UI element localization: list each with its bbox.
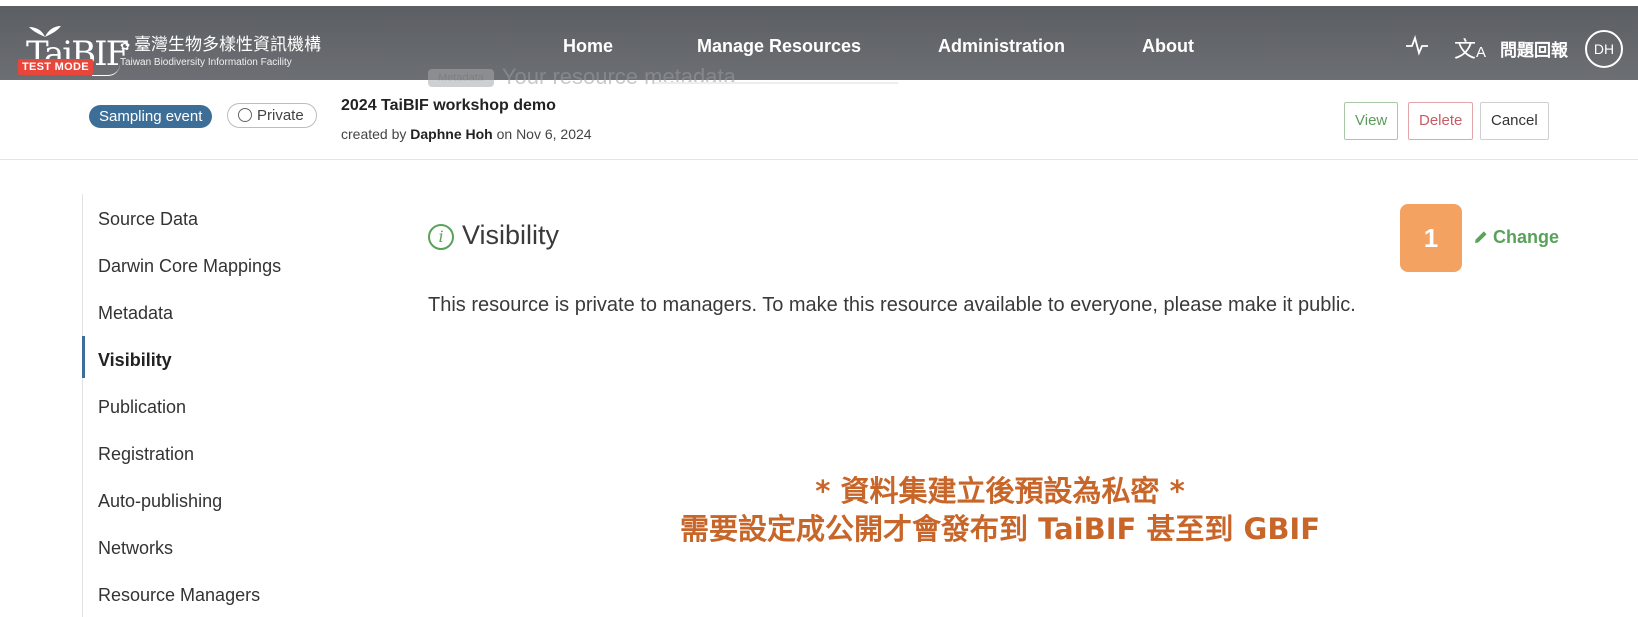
resource-sidebar-nav: Source Data Darwin Core Mappings Metadat… [82, 194, 342, 617]
sidebar-item-darwin-core-mappings[interactable]: Darwin Core Mappings [98, 256, 281, 277]
test-mode-badge: TEST MODE [18, 59, 93, 75]
resource-type-badge: Sampling event [89, 105, 213, 128]
resource-title: 2024 TaiBIF workshop demo [341, 97, 556, 114]
sidebar-item-publication[interactable]: Publication [98, 397, 186, 418]
taibif-logo[interactable]: TaiBIF TEST MODE ✿ 臺灣生物多樣性資訊機構 Taiwan Bio… [18, 20, 338, 78]
sidebar-item-visibility[interactable]: Visibility [98, 350, 172, 371]
step-number-badge: 1 [1400, 204, 1462, 272]
logo-chinese-name: ✿ 臺灣生物多樣性資訊機構 [120, 35, 322, 55]
nav-manage-resources[interactable]: Manage Resources [697, 36, 861, 57]
resource-created-info: created by Daphne Hoh on Nov 6, 2024 [341, 126, 592, 142]
sidebar-item-metadata[interactable]: Metadata [98, 303, 173, 324]
note-line-1: * 資料集建立後預設為私密 * [815, 474, 1185, 508]
logo-english-name: Taiwan Biodiversity Information Facility [120, 57, 292, 68]
top-navbar: Metadata Your resource metadata TaiBIF TE… [0, 6, 1638, 89]
star-icon: ✿ [120, 39, 131, 53]
sidebar-item-resource-managers[interactable]: Resource Managers [98, 585, 260, 606]
nav-administration[interactable]: Administration [938, 36, 1065, 57]
info-icon: i [428, 224, 454, 250]
user-avatar[interactable]: DH [1585, 30, 1623, 68]
note-line-2: 需要設定成公開才會發布到 TaiBIF 甚至到 GBIF [679, 512, 1321, 546]
section-title: i Visibility [428, 220, 559, 251]
sidebar-item-registration[interactable]: Registration [98, 444, 194, 465]
sidebar-item-auto-publishing[interactable]: Auto-publishing [98, 491, 222, 512]
translate-icon[interactable]: 文A [1454, 32, 1486, 64]
sidebar-item-source-data[interactable]: Source Data [98, 209, 198, 230]
annotation-note: * 資料集建立後預設為私密 * 需要設定成公開才會發布到 TaiBIF 甚至到 … [600, 472, 1400, 548]
sidebar-item-networks[interactable]: Networks [98, 538, 173, 559]
nav-home[interactable]: Home [563, 36, 613, 57]
view-button[interactable]: View [1344, 102, 1399, 140]
creator-name: Daphne Hoh [410, 126, 493, 142]
activity-icon[interactable] [1405, 34, 1429, 61]
cancel-button[interactable]: Cancel [1480, 102, 1549, 140]
visibility-badge: Private [227, 103, 317, 128]
resource-header: Sampling event Private 2024 TaiBIF works… [0, 80, 1638, 160]
circle-icon [238, 108, 252, 122]
visibility-description: This resource is private to managers. To… [428, 294, 1356, 316]
change-link[interactable]: Change [1473, 227, 1559, 248]
nav-about[interactable]: About [1142, 36, 1194, 57]
delete-button[interactable]: Delete [1408, 102, 1474, 140]
active-indicator [82, 336, 85, 378]
feedback-link[interactable]: 問題回報 [1500, 36, 1568, 61]
pencil-icon [1475, 231, 1487, 243]
logo-swoosh [92, 64, 120, 76]
